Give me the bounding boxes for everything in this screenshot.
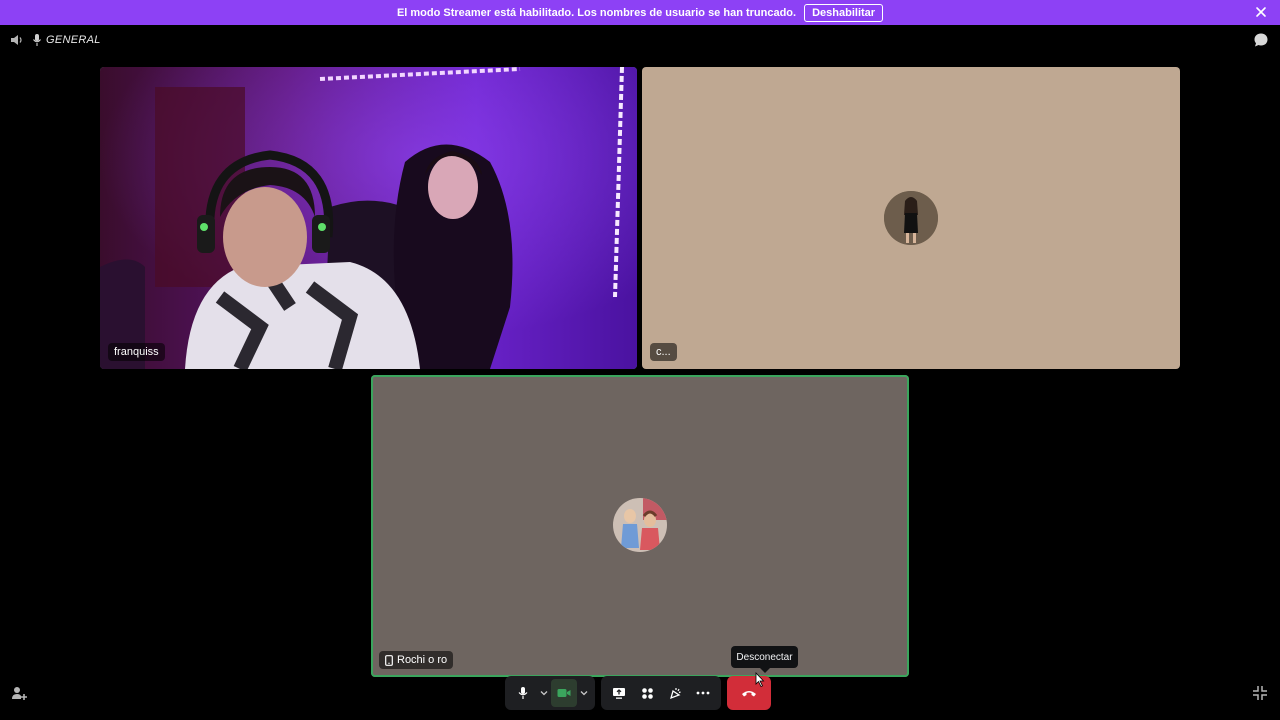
participant-name-tag: c... xyxy=(650,343,677,361)
microphone-options-button[interactable] xyxy=(537,679,551,707)
invite-user-icon[interactable] xyxy=(11,685,27,701)
share-screen-button[interactable] xyxy=(605,679,633,707)
chevron-down-icon xyxy=(540,691,548,696)
exit-fullscreen-icon[interactable] xyxy=(1252,685,1268,701)
rocket-grid-icon xyxy=(641,687,653,699)
microphone-icon xyxy=(518,687,528,699)
chat-icon[interactable] xyxy=(1253,32,1269,48)
avatar xyxy=(613,498,667,552)
chevron-down-icon xyxy=(580,691,588,696)
microphone-button[interactable] xyxy=(509,679,537,707)
participant-name-tag: franquiss xyxy=(108,343,165,361)
more-options-button[interactable] xyxy=(689,679,717,707)
activities-button[interactable] xyxy=(633,679,661,707)
call-controls xyxy=(505,676,771,710)
participant-name: franquiss xyxy=(114,346,159,358)
more-dots-icon xyxy=(696,691,710,695)
disconnect-tooltip: Desconectar xyxy=(731,646,798,673)
soundboard-icon xyxy=(670,688,681,700)
streamer-mode-banner: El modo Streamer está habilitado. Los no… xyxy=(0,0,1280,25)
participant-tile-franquiss[interactable]: franquiss xyxy=(100,67,637,369)
camera-button[interactable] xyxy=(551,679,577,707)
camera-options-button[interactable] xyxy=(577,679,591,707)
speaker-icon[interactable] xyxy=(10,33,24,47)
video-stream xyxy=(100,67,637,369)
microphone-icon xyxy=(33,34,41,46)
close-icon[interactable] xyxy=(1254,5,1268,19)
video-camera-icon xyxy=(557,689,571,697)
channel-name: GENERAL xyxy=(46,34,101,46)
disable-streamer-mode-button[interactable]: Deshabilitar xyxy=(804,3,884,22)
participant-tile-rochi[interactable]: Rochi o ro xyxy=(371,375,909,677)
participant-name: c... xyxy=(656,346,671,358)
activities-group xyxy=(601,676,721,710)
participant-name: Rochi o ro xyxy=(397,654,448,666)
audio-video-group xyxy=(505,676,595,710)
screen-share-icon xyxy=(613,687,625,699)
call-header: GENERAL xyxy=(0,25,1280,55)
hang-up-icon xyxy=(742,691,756,697)
avatar xyxy=(884,191,938,245)
mouse-cursor-icon xyxy=(755,672,765,688)
phone-icon xyxy=(385,654,393,666)
participant-name-tag: Rochi o ro xyxy=(379,651,454,669)
soundboard-button[interactable] xyxy=(661,679,689,707)
participant-tile-c[interactable]: c... xyxy=(642,67,1180,369)
banner-message: El modo Streamer está habilitado. Los no… xyxy=(396,6,797,19)
